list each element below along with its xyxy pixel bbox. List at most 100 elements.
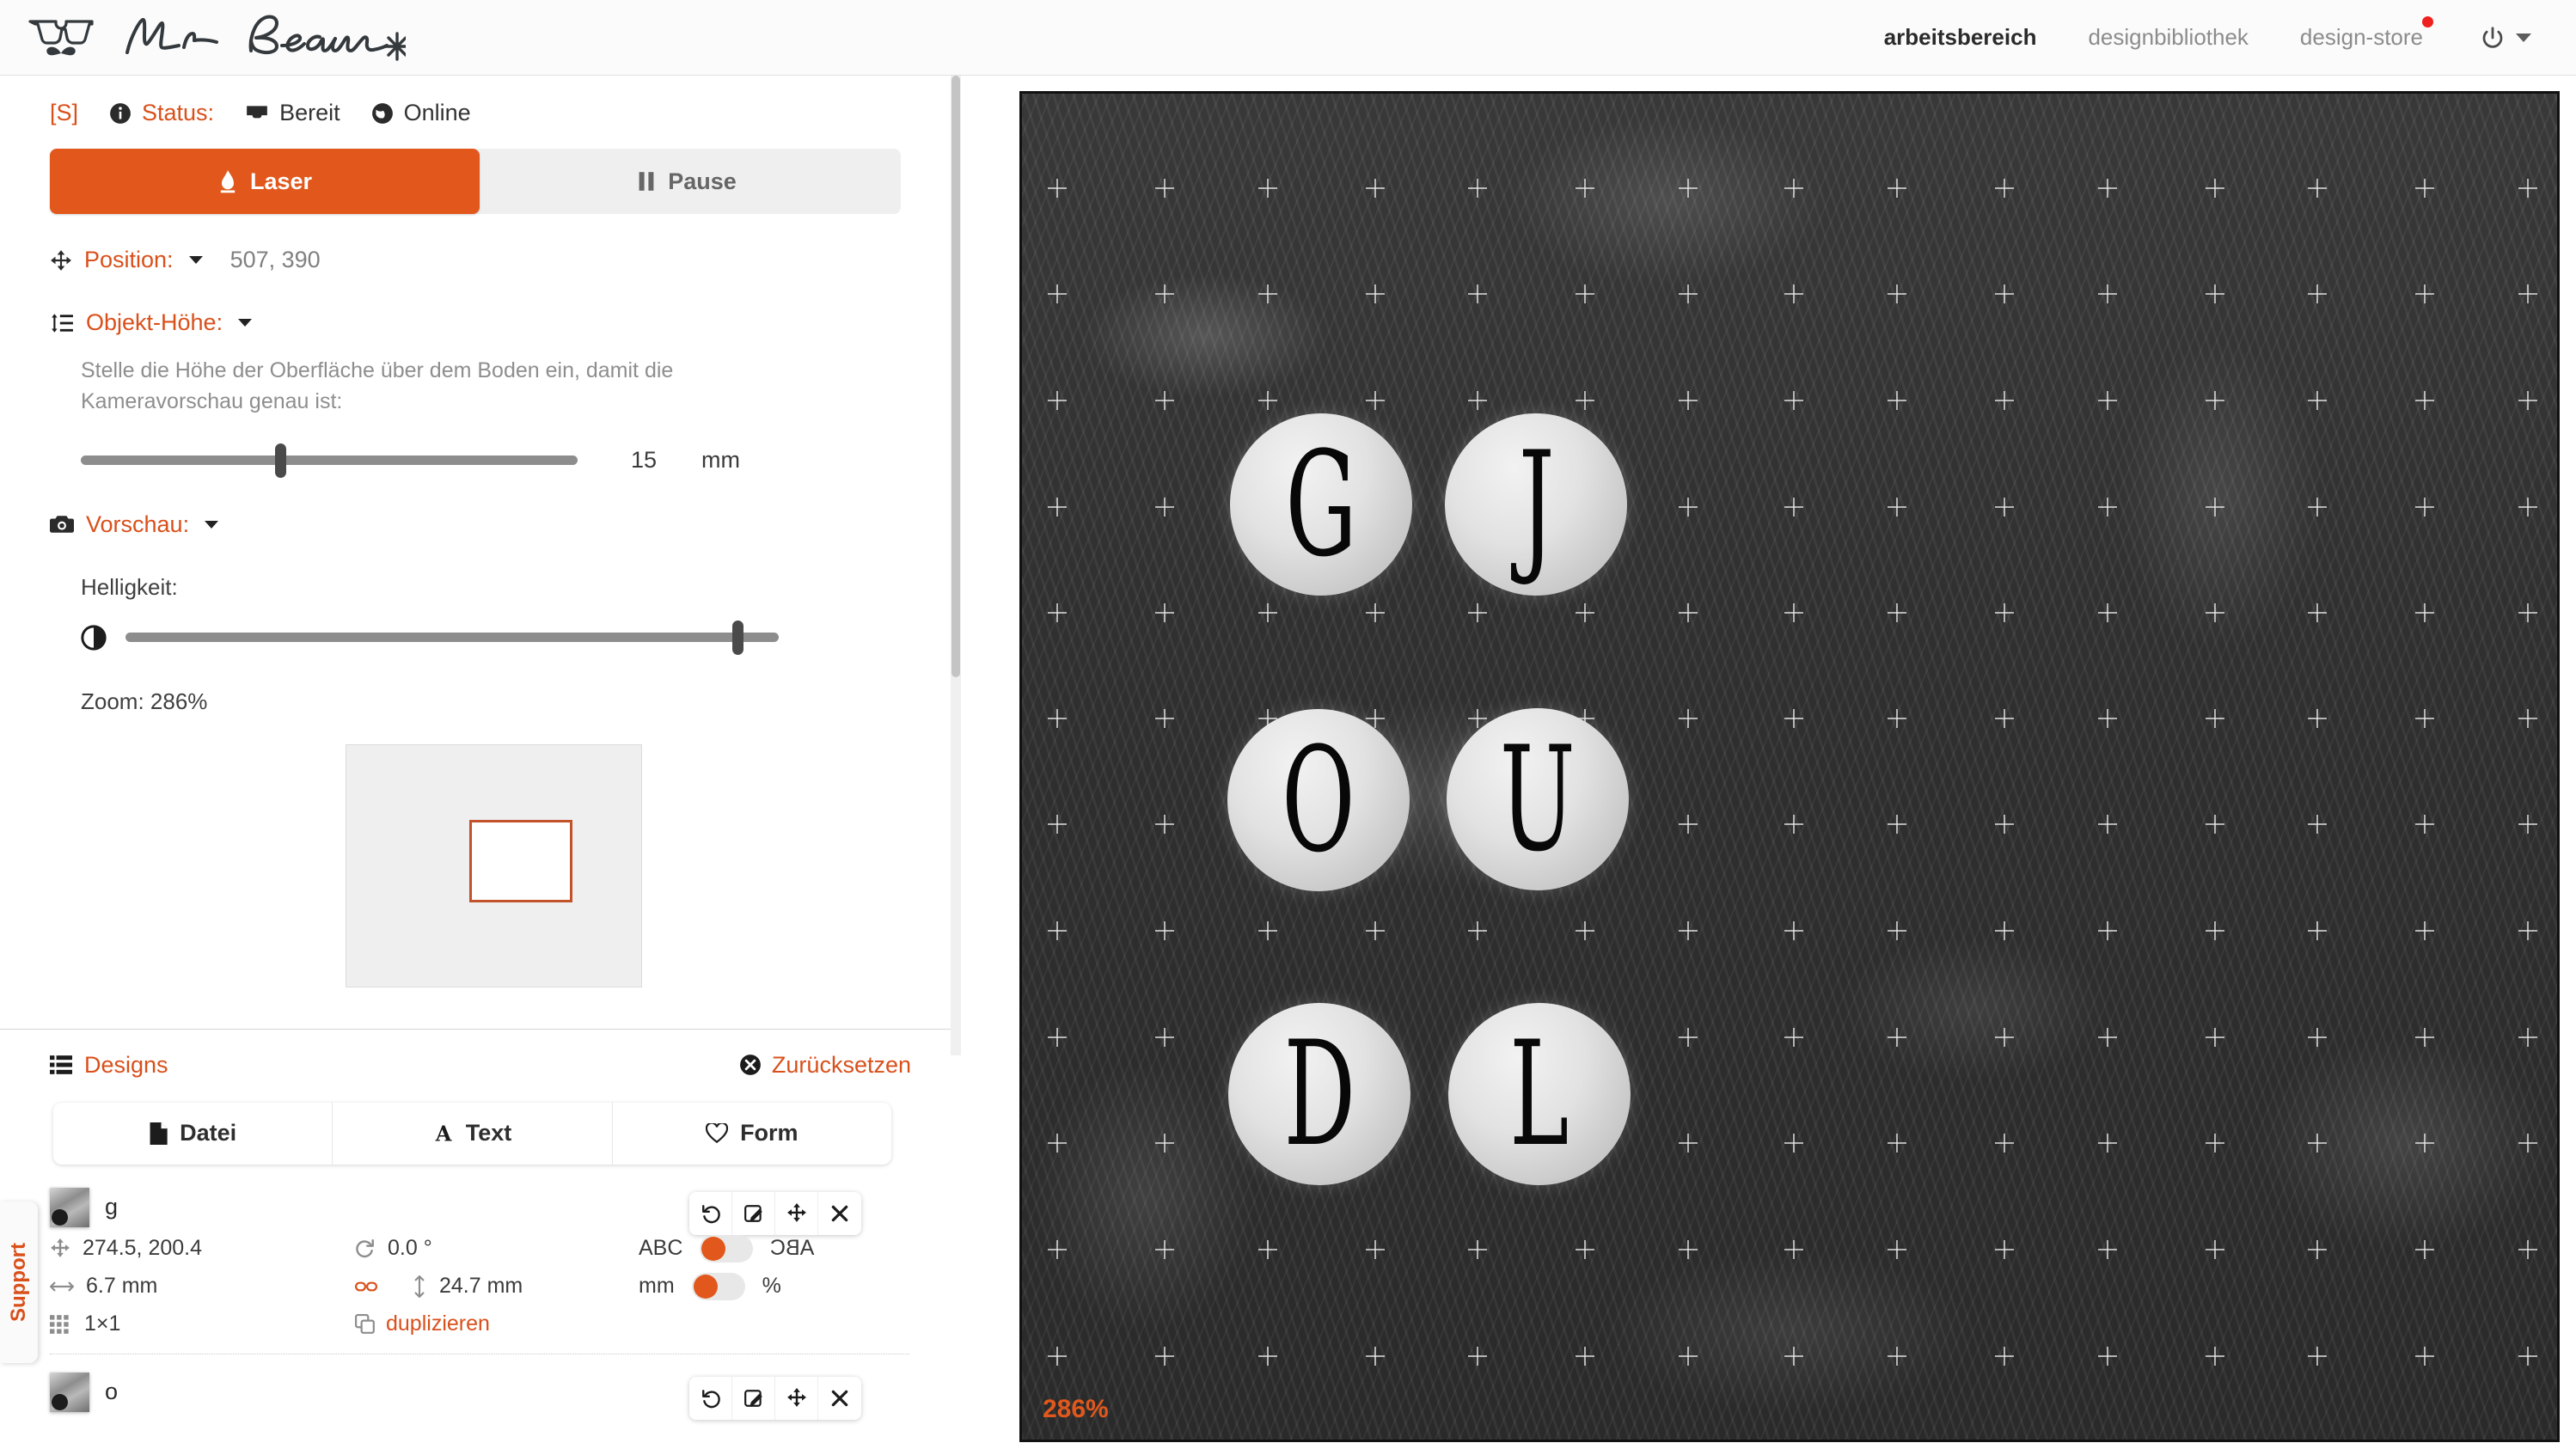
grid-cross-icon: [2518, 708, 2538, 728]
tab-datei[interactable]: Datei: [53, 1102, 333, 1165]
grid-cross-icon: [2205, 178, 2224, 198]
reset-button[interactable]: Zurücksetzen: [739, 1052, 911, 1079]
object-height-slider[interactable]: [81, 443, 578, 478]
grid-cross-icon: [1995, 815, 2015, 835]
grid-cross-icon: [2308, 815, 2328, 835]
grid-cross-icon: [2097, 1027, 2117, 1047]
unit-toggle[interactable]: [691, 1272, 745, 1300]
grid-cross-icon: [2097, 178, 2117, 198]
laser-button[interactable]: Laser: [50, 149, 480, 214]
grid-cross-icon: [2205, 1027, 2224, 1047]
engraved-disc[interactable]: J: [1445, 413, 1628, 596]
grid-cross-icon: [1995, 391, 2015, 411]
design-name: o: [105, 1379, 119, 1404]
workspace-canvas[interactable]: GJOUDL 286%: [1019, 91, 2560, 1442]
grid-cross-icon: [1155, 497, 1175, 517]
design-width-cell: 6.7 mm: [50, 1274, 355, 1299]
grid-cross-icon: [1784, 708, 1804, 728]
slider-handle[interactable]: [275, 443, 286, 478]
tab-text[interactable]: A Text: [333, 1102, 613, 1165]
engraved-disc[interactable]: O: [1227, 709, 1410, 892]
engraved-disc[interactable]: G: [1230, 413, 1413, 596]
brand-logo[interactable]: [0, 11, 406, 64]
power-menu-button[interactable]: [2449, 25, 2531, 51]
designs-title-group[interactable]: Designs: [50, 1052, 168, 1079]
contrast-icon: [81, 624, 107, 651]
grid-cross-icon: [1257, 1346, 1277, 1366]
grid-cross-icon: [1576, 603, 1595, 623]
grid-cross-icon: [1784, 178, 1804, 198]
grid-cross-icon: [2097, 497, 2117, 517]
grid-cross-icon: [2415, 497, 2435, 517]
pause-button[interactable]: Pause: [473, 149, 901, 214]
edit-button[interactable]: [732, 1191, 775, 1235]
move-button[interactable]: [775, 1191, 818, 1235]
status-connection: Online: [403, 100, 471, 125]
edit-button[interactable]: [732, 1376, 775, 1420]
grid-cross-icon: [1576, 1346, 1595, 1366]
app-header: arbeitsbereich designbibliothek design-s…: [0, 0, 2576, 76]
undo-button[interactable]: [689, 1191, 732, 1235]
grid-cross-icon: [2415, 1134, 2435, 1153]
canvas-zoom-badge: 286%: [1043, 1395, 1109, 1423]
grid-cross-icon: [1365, 1240, 1385, 1260]
object-height-section-header[interactable]: Objekt-Höhe:: [0, 309, 961, 336]
grid-cross-icon: [2415, 708, 2435, 728]
preview-section-header[interactable]: Vorschau:: [0, 511, 961, 538]
grid-cross-icon: [1888, 1027, 1907, 1047]
grid-cross-icon: [2205, 815, 2224, 835]
link-chain-icon[interactable]: [355, 1280, 377, 1293]
machine-controls: Laser Pause: [0, 126, 901, 214]
duplicate-icon: [355, 1313, 376, 1335]
brightness-slider[interactable]: [125, 621, 779, 655]
design-name: g: [105, 1194, 119, 1220]
support-tab[interactable]: Support: [0, 1201, 38, 1363]
grid-cross-icon: [2308, 178, 2328, 198]
nav-item-design-store[interactable]: design-store: [2274, 16, 2449, 51]
nav-item-arbeitsbereich[interactable]: arbeitsbereich: [1858, 24, 2063, 51]
grid-cross-icon: [1576, 284, 1595, 304]
nav-item-designbibliothek[interactable]: designbibliothek: [2062, 24, 2273, 51]
preview-minimap[interactable]: [346, 743, 642, 987]
disc-letter: G: [1285, 419, 1357, 589]
grid-cross-icon: [1048, 1027, 1068, 1047]
slider-handle[interactable]: [732, 621, 743, 655]
undo-button[interactable]: [689, 1376, 732, 1420]
grid-cross-icon: [1468, 603, 1488, 623]
close-button[interactable]: [818, 1376, 861, 1420]
grid-cross-icon: [2518, 1027, 2538, 1047]
grid-cross-icon: [1257, 284, 1277, 304]
grid-cross-icon: [2308, 284, 2328, 304]
grid-cross-icon: [1155, 708, 1175, 728]
engraved-disc[interactable]: L: [1447, 1002, 1631, 1185]
close-button[interactable]: [818, 1191, 861, 1235]
shape-heart-icon: [706, 1122, 729, 1144]
design-rotation-cell: 0.0 °: [355, 1236, 639, 1261]
grid-cross-icon: [1995, 921, 2015, 941]
minimap-viewport-rect[interactable]: [469, 819, 572, 902]
design-row-size: 6.7 mm 24.7 mm mm %: [50, 1268, 961, 1305]
designs-header: Designs Zurücksetzen: [0, 1030, 911, 1079]
duplicate-button[interactable]: duplizieren: [355, 1311, 639, 1336]
design-grid-cell: 1×1: [50, 1311, 355, 1336]
move-button[interactable]: [775, 1376, 818, 1420]
sidebar-scrollbar[interactable]: [951, 76, 961, 1055]
grid-cross-icon: [2205, 1240, 2224, 1260]
tab-form[interactable]: Form: [613, 1103, 891, 1165]
mirror-toggle[interactable]: [700, 1234, 754, 1263]
tab-label: Form: [740, 1120, 798, 1146]
camera-icon: [50, 514, 74, 535]
position-section-header[interactable]: Position: 507, 390: [0, 247, 961, 273]
pause-icon: [637, 171, 656, 192]
tab-label: Datei: [180, 1120, 237, 1146]
grid-cross-icon: [1257, 1240, 1277, 1260]
status-label-group[interactable]: Status:: [109, 100, 214, 126]
engraved-disc[interactable]: D: [1228, 1002, 1411, 1185]
grid-cross-icon: [2518, 284, 2538, 304]
laser-button-label: Laser: [249, 168, 313, 194]
grid-cross-icon: [1679, 497, 1698, 517]
engraved-disc[interactable]: U: [1447, 707, 1630, 890]
grid-cross-icon: [2415, 391, 2435, 411]
position-value: 507, 390: [229, 247, 321, 272]
chevron-down-icon: [238, 319, 253, 327]
